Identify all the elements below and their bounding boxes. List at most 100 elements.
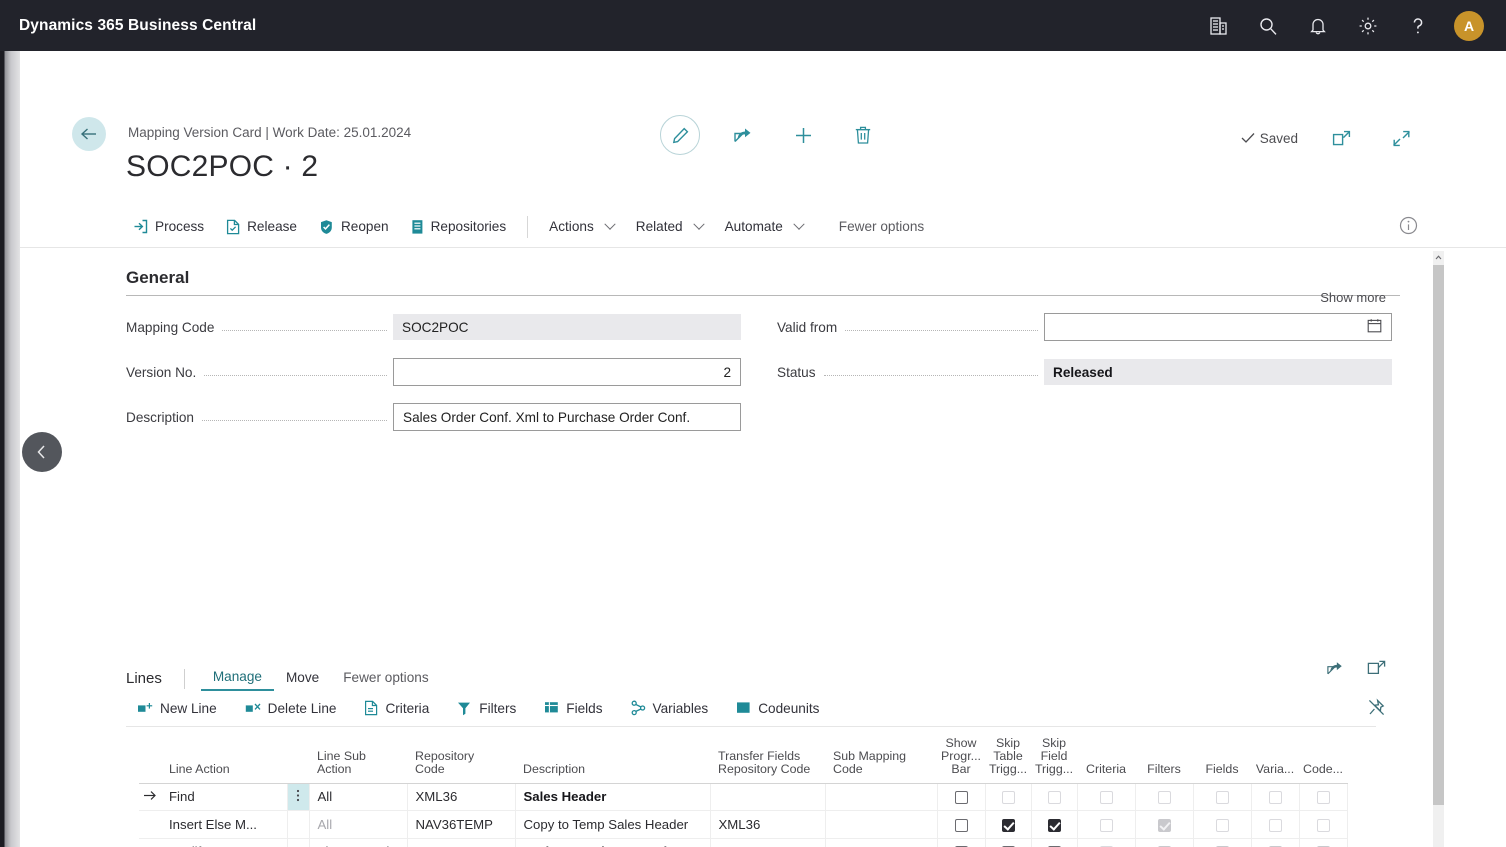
calendar-icon[interactable] — [1367, 318, 1382, 336]
related-menu[interactable]: Related — [625, 215, 714, 238]
new-line-button[interactable]: New Line — [126, 697, 228, 720]
cell-repository-code[interactable]: NAV36TEMP — [407, 810, 516, 839]
checkbox-icon[interactable] — [1001, 818, 1015, 832]
cell-description[interactable]: Copy to Temp Sales Header — [515, 810, 711, 839]
process-button[interactable]: Process — [122, 215, 215, 238]
repositories-button[interactable]: Repositories — [400, 215, 518, 239]
delete-button[interactable] — [846, 118, 880, 152]
th-repository-code[interactable]: Repository Code — [407, 735, 515, 784]
minimize-icon[interactable] — [1384, 121, 1418, 155]
cell-sub-mapping-code[interactable] — [825, 783, 938, 811]
tab-move[interactable]: Move — [274, 667, 331, 690]
cell-transfer-fields-repository-code[interactable]: XML36 — [710, 810, 826, 839]
th-line-action[interactable]: Line Action — [161, 735, 287, 784]
reopen-button[interactable]: Reopen — [308, 215, 400, 239]
cell-line-sub-action[interactable]: All — [309, 810, 408, 839]
tab-manage[interactable]: Manage — [200, 666, 274, 691]
open-in-excel-icon[interactable] — [1367, 660, 1386, 682]
checkbox-icon[interactable] — [1047, 818, 1061, 832]
info-icon[interactable] — [1399, 216, 1418, 240]
notification-bell-icon[interactable] — [1304, 12, 1332, 40]
th-line-sub-action[interactable]: Line Sub Action — [309, 735, 407, 784]
help-question-icon[interactable] — [1404, 12, 1432, 40]
th-criteria[interactable]: Criteria — [1077, 735, 1135, 784]
valid-from-input[interactable] — [1044, 313, 1392, 341]
checkbox-icon[interactable] — [954, 791, 968, 805]
th-skip-field-trigger[interactable]: Skip Field Trigg... — [1031, 735, 1077, 784]
cell-description[interactable]: Update Purchase Header — [515, 838, 711, 847]
th-fields[interactable]: Fields — [1193, 735, 1251, 784]
cell-sub-mapping-code[interactable] — [825, 810, 938, 839]
settings-gear-icon[interactable] — [1354, 12, 1382, 40]
cell-line-sub-action[interactable]: First Record — [309, 838, 408, 847]
table-row[interactable]: Insert Else M... All NAV36TEMP Copy to Temp… — [139, 810, 1348, 839]
cell-line-sub-action[interactable]: All — [309, 783, 408, 811]
row-menu-kebab-icon[interactable] — [287, 838, 310, 847]
new-button[interactable] — [786, 118, 820, 152]
checkbox-icon[interactable] — [954, 818, 968, 832]
cell-skip-table-trigger-checkbox[interactable] — [985, 838, 1032, 847]
cell-line-action[interactable]: Find — [161, 783, 288, 811]
svg-text:AL: AL — [739, 705, 747, 712]
unpin-icon[interactable] — [1367, 698, 1386, 722]
related-label: Related — [635, 219, 683, 234]
cell-repository-code[interactable]: XML36 — [407, 783, 516, 811]
cell-show-progress-bar-checkbox[interactable] — [937, 810, 986, 839]
row-selector[interactable] — [139, 838, 161, 847]
th-variables[interactable]: Varia... — [1251, 735, 1299, 784]
cell-transfer-fields-repository-code[interactable] — [710, 783, 826, 811]
fewer-options-button[interactable]: Fewer options — [828, 215, 935, 238]
checkbox-icon — [1157, 791, 1171, 805]
table-row[interactable]: Find All XML36 Sales Header — [139, 783, 1348, 811]
table-row[interactable]: Modify First RecordNAV38Update Purchase H… — [139, 838, 1348, 847]
general-section: General Show more — [20, 268, 1506, 305]
cell-line-action[interactable]: Modify — [161, 838, 288, 847]
th-transfer-fields-repository-code[interactable]: Transfer Fields Repository Code — [710, 735, 825, 784]
actions-menu[interactable]: Actions — [538, 215, 625, 238]
row-menu-kebab-icon[interactable] — [287, 810, 310, 839]
cell-repository-code[interactable]: NAV38 — [407, 838, 516, 847]
description-input[interactable]: Sales Order Conf. Xml to Purchase Order … — [393, 403, 741, 431]
cell-skip-field-trigger-checkbox[interactable] — [1031, 810, 1078, 839]
automate-menu[interactable]: Automate — [714, 215, 814, 238]
tab-fewer-options[interactable]: Fewer options — [331, 667, 440, 690]
version-no-input[interactable]: 2 — [393, 358, 741, 386]
cell-line-action[interactable]: Insert Else M... — [161, 810, 288, 839]
th-filters[interactable]: Filters — [1135, 735, 1193, 784]
share-button[interactable] — [726, 118, 760, 152]
open-in-new-window-icon[interactable] — [1324, 121, 1358, 155]
company-icon[interactable] — [1204, 12, 1232, 40]
user-avatar[interactable]: A — [1454, 10, 1484, 41]
cell-description[interactable]: Sales Header — [515, 783, 711, 811]
release-button[interactable]: Release — [215, 215, 308, 239]
search-icon[interactable] — [1254, 12, 1282, 40]
variables-button[interactable]: Variables — [620, 696, 720, 720]
filters-button[interactable]: Filters — [446, 697, 527, 720]
cell-show-progress-bar-checkbox[interactable] — [937, 783, 986, 811]
th-description[interactable]: Description — [515, 735, 710, 784]
cell-show-progress-bar-checkbox[interactable] — [937, 838, 986, 847]
share-lines-icon[interactable] — [1326, 660, 1345, 682]
cell-skip-field-trigger-checkbox[interactable] — [1031, 838, 1078, 847]
delete-line-button[interactable]: Delete Line — [234, 697, 348, 720]
row-selector[interactable] — [139, 783, 161, 811]
criteria-button[interactable]: Criteria — [353, 696, 440, 720]
show-more-link[interactable]: Show more — [1320, 290, 1386, 305]
codeunits-button[interactable]: AL Codeunits — [725, 697, 830, 720]
row-menu-kebab-icon[interactable] — [287, 783, 310, 811]
edit-button[interactable] — [660, 115, 700, 155]
collapse-panel-chevron-icon[interactable] — [22, 432, 62, 472]
scroll-up-arrow-icon[interactable] — [1433, 251, 1444, 264]
cell-sub-mapping-code[interactable] — [825, 838, 938, 847]
row-selector[interactable] — [139, 810, 161, 839]
back-button[interactable] — [72, 117, 106, 151]
cell-transfer-fields-repository-code[interactable] — [710, 838, 826, 847]
th-skip-table-trigger[interactable]: Skip Table Trigg... — [985, 735, 1031, 784]
checkbox-icon — [1215, 818, 1229, 832]
th-show-progress-bar[interactable]: Show Progr... Bar — [937, 735, 985, 784]
fields-button[interactable]: Fields — [533, 697, 613, 720]
cell-skip-table-trigger-checkbox[interactable] — [985, 810, 1032, 839]
th-codeunits[interactable]: Code... — [1299, 735, 1347, 784]
vertical-scrollbar-thumb[interactable] — [1433, 265, 1444, 805]
th-sub-mapping-code[interactable]: Sub Mapping Code — [825, 735, 937, 784]
